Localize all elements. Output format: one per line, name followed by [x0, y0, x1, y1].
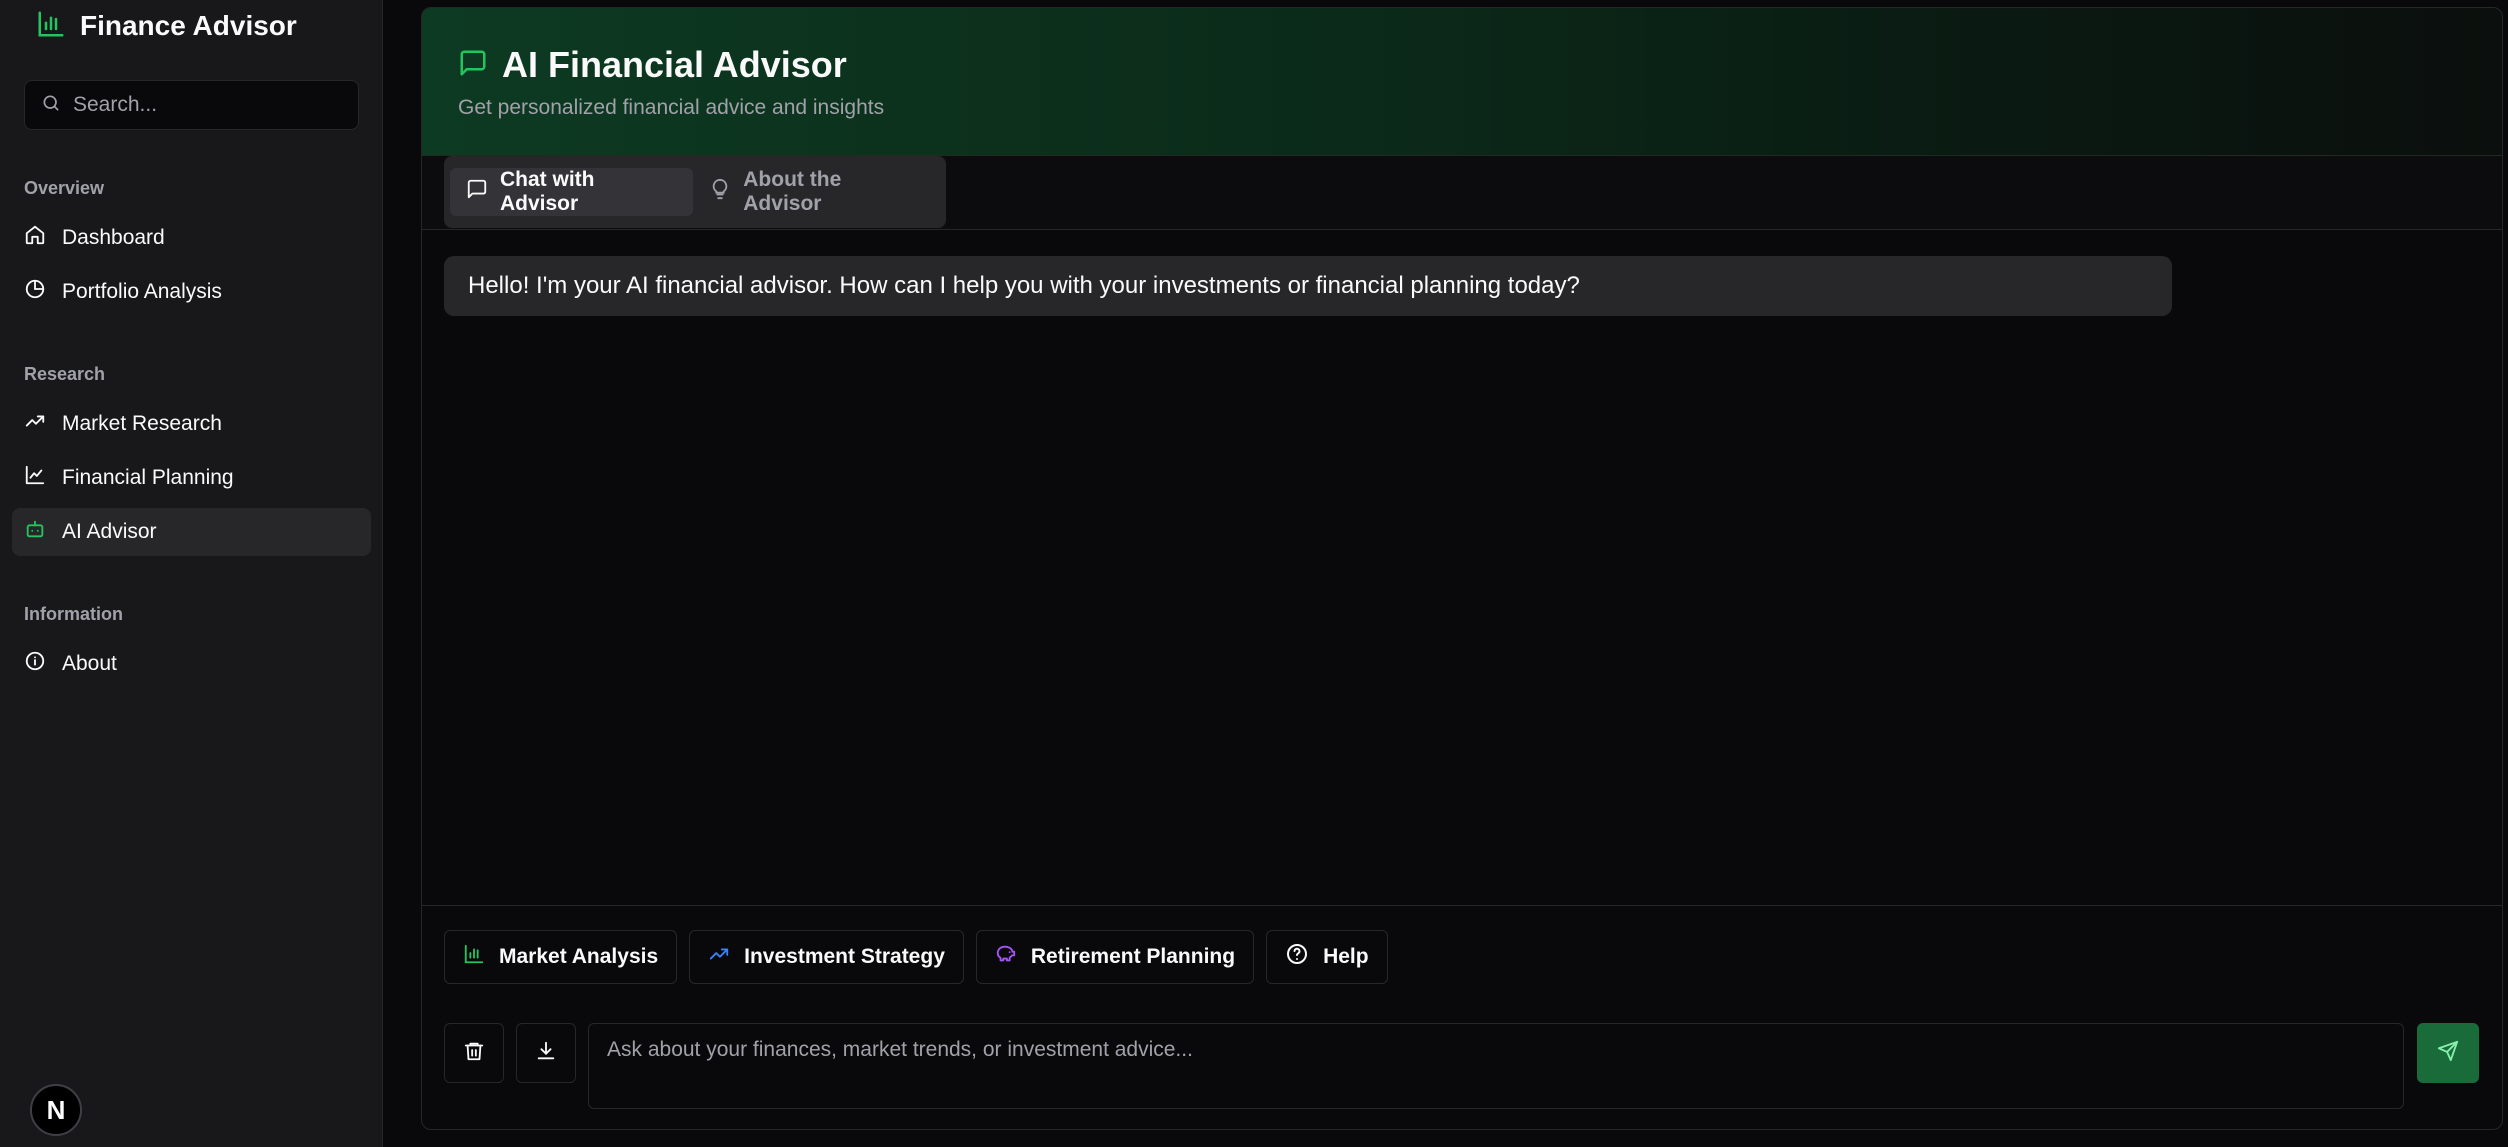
tabs-bar: Chat with Advisor About the Advisor	[422, 156, 2502, 230]
advisor-panel: AI Financial Advisor Get personalized fi…	[421, 7, 2503, 1130]
bar-chart-icon	[463, 943, 485, 971]
quick-action-label: Investment Strategy	[744, 945, 945, 968]
chat-messages: Hello! I'm your AI financial advisor. Ho…	[422, 230, 2502, 908]
pie-chart-icon	[24, 278, 46, 306]
main-content: AI Financial Advisor Get personalized fi…	[383, 0, 2508, 1147]
panel-header: AI Financial Advisor Get personalized fi…	[422, 8, 2502, 156]
nav-group-information: Information	[24, 604, 123, 624]
message-square-icon	[466, 178, 488, 206]
tab-chat-with-advisor[interactable]: Chat with Advisor	[450, 168, 694, 216]
composer-area: Market Analysis Investment Strategy Reti…	[422, 905, 2502, 1129]
bot-icon	[24, 518, 46, 546]
page-title: AI Financial Advisor	[502, 44, 847, 85]
sidebar-item-portfolio-analysis[interactable]: Portfolio Analysis	[12, 268, 371, 316]
lightbulb-icon	[709, 178, 731, 206]
page-subtitle: Get personalized financial advice and in…	[458, 96, 885, 119]
sidebar-item-ai-advisor[interactable]: AI Advisor	[12, 508, 371, 556]
quick-action-market-analysis[interactable]: Market Analysis	[444, 930, 678, 984]
trending-up-icon	[24, 410, 46, 438]
help-circle-icon	[1285, 942, 1309, 972]
quick-action-help[interactable]: Help	[1266, 930, 1388, 984]
search-box[interactable]	[24, 80, 359, 130]
sidebar: Finance Advisor Overview Dashboard	[0, 0, 383, 1147]
brand-title: Finance Advisor	[80, 10, 297, 41]
quick-action-investment-strategy[interactable]: Investment Strategy	[689, 930, 964, 984]
sidebar-item-market-research[interactable]: Market Research	[12, 400, 371, 448]
tab-label: About the Advisor	[743, 168, 842, 215]
trash-icon	[463, 1040, 485, 1067]
sidebar-item-about[interactable]: About	[12, 640, 371, 688]
sidebar-item-label: Financial Planning	[62, 466, 234, 489]
download-chat-button[interactable]	[516, 1023, 576, 1083]
assistant-message: Hello! I'm your AI financial advisor. Ho…	[444, 256, 2172, 316]
quick-actions: Market Analysis Investment Strategy Reti…	[444, 930, 1388, 984]
download-icon	[535, 1040, 557, 1067]
line-chart-icon	[24, 464, 46, 492]
quick-action-retirement-planning[interactable]: Retirement Planning	[975, 930, 1255, 984]
sidebar-item-label: AI Advisor	[62, 520, 157, 543]
home-icon	[24, 224, 46, 252]
trending-up-icon	[708, 943, 730, 971]
brand[interactable]: Finance Advisor	[36, 8, 297, 44]
message-square-icon	[458, 48, 488, 83]
next-logo[interactable]: N	[30, 1084, 82, 1136]
app-root: Finance Advisor Overview Dashboard	[0, 0, 2508, 1147]
tab-label: Chat with Advisor	[500, 168, 595, 215]
nav-group-research: Research	[24, 364, 106, 384]
tab-list: Chat with Advisor About the Advisor	[444, 156, 946, 228]
chat-input[interactable]	[588, 1023, 2404, 1109]
sidebar-item-dashboard[interactable]: Dashboard	[12, 214, 371, 262]
sidebar-item-label: Dashboard	[62, 226, 165, 249]
sidebar-item-label: About	[62, 652, 117, 675]
nav-group-overview: Overview	[24, 178, 105, 198]
search-input[interactable]	[73, 93, 343, 117]
piggy-bank-icon	[995, 943, 1017, 971]
sidebar-item-label: Portfolio Analysis	[62, 280, 222, 303]
send-button[interactable]	[2417, 1023, 2479, 1083]
tab-about-the-advisor[interactable]: About the Advisor	[693, 168, 940, 216]
quick-action-label: Help	[1323, 945, 1369, 968]
sidebar-item-label: Market Research	[62, 412, 222, 435]
clear-chat-button[interactable]	[444, 1023, 504, 1083]
search-icon	[41, 93, 61, 118]
quick-action-label: Market Analysis	[499, 945, 659, 968]
quick-action-label: Retirement Planning	[1030, 945, 1236, 968]
bar-chart-icon	[36, 9, 66, 44]
send-icon	[2437, 1040, 2459, 1067]
sidebar-item-financial-planning[interactable]: Financial Planning	[12, 454, 371, 502]
info-icon	[24, 650, 46, 678]
